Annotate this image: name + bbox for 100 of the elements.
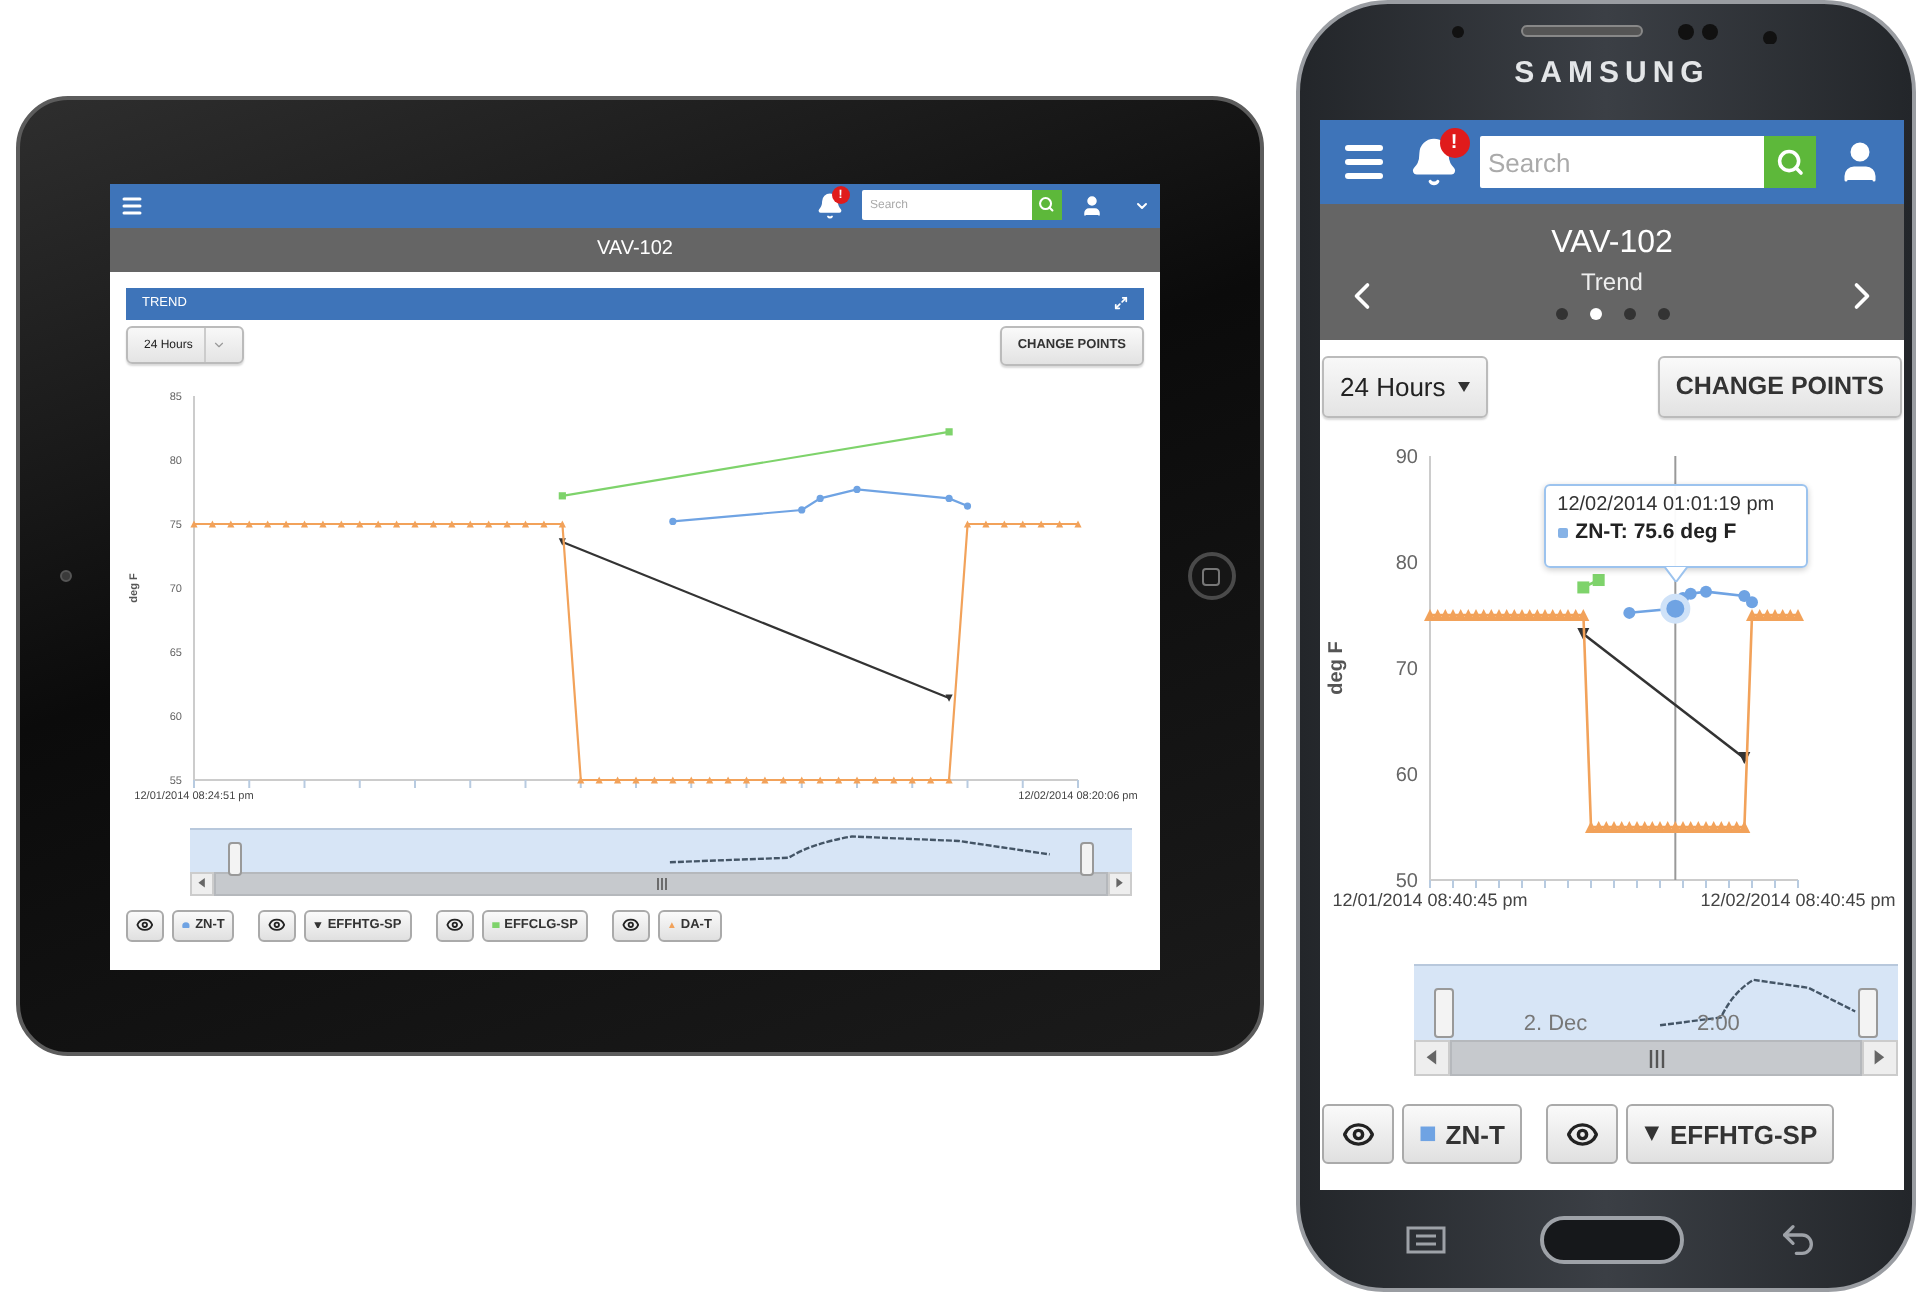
data-point <box>945 427 953 435</box>
data-point <box>411 519 419 527</box>
range-handle[interactable] <box>1433 988 1455 1039</box>
visibility-toggle-button[interactable] <box>1546 1104 1619 1164</box>
data-point <box>540 519 548 527</box>
data-point <box>669 775 677 783</box>
data-point <box>816 775 824 783</box>
data-point <box>1577 628 1590 641</box>
pager-dot[interactable] <box>1623 307 1635 319</box>
menu-icon[interactable] <box>120 193 144 217</box>
home-button[interactable] <box>1187 552 1235 600</box>
scroll-thumb[interactable] <box>214 871 1108 895</box>
data-point <box>227 519 235 527</box>
data-point <box>871 775 879 783</box>
eye-icon <box>1341 1117 1375 1151</box>
data-point <box>779 775 787 783</box>
data-point <box>650 775 658 783</box>
home-button[interactable] <box>1539 1215 1684 1263</box>
data-point <box>208 519 216 527</box>
range-navigator[interactable]: 2. Dec 2:00 <box>1414 964 1898 1040</box>
scroll-left-button[interactable] <box>190 871 214 895</box>
bell-icon[interactable] <box>816 191 844 219</box>
scroll-thumb[interactable] <box>1450 1040 1862 1076</box>
page-subtitle: Trend <box>1581 267 1643 295</box>
data-point <box>393 519 401 527</box>
user-icon[interactable] <box>1080 193 1104 217</box>
brand-logo: SAMSUNG <box>1514 56 1710 90</box>
series-legend-button[interactable]: ZN-T <box>1402 1104 1523 1164</box>
tooltip-title: 12/02/2014 01:01:19 pm <box>1557 494 1777 517</box>
data-point <box>963 519 972 527</box>
search-button[interactable] <box>1764 136 1816 188</box>
tooltip-text: ZN-T: 75.6 deg F <box>1575 520 1737 545</box>
data-point <box>319 519 327 527</box>
range-handle[interactable] <box>227 841 243 876</box>
data-point <box>908 775 916 783</box>
data-point <box>558 491 566 499</box>
notification-badge: ! <box>1439 128 1469 159</box>
menu-key-icon[interactable] <box>1406 1225 1447 1253</box>
series-marker-icon <box>667 921 676 929</box>
visibility-toggle-button[interactable] <box>126 909 165 941</box>
pager-dot[interactable] <box>1589 307 1601 319</box>
scroll-right-button[interactable] <box>1862 1040 1898 1076</box>
visibility-toggle-button[interactable] <box>435 909 474 941</box>
data-point <box>669 516 677 525</box>
series-marker-icon <box>491 921 500 929</box>
scroll-right-button[interactable] <box>1108 871 1132 895</box>
data-point <box>706 775 714 783</box>
range-select[interactable]: 24 Hours <box>1322 355 1488 417</box>
data-point <box>945 775 953 783</box>
eye-icon <box>1565 1117 1599 1151</box>
series-marker-icon <box>1643 1126 1660 1142</box>
range-handle[interactable] <box>1079 841 1095 876</box>
caret-icon <box>212 338 227 352</box>
data-point <box>816 493 824 501</box>
series-marker-icon <box>1419 1126 1436 1142</box>
data-point <box>927 775 935 783</box>
data-point <box>448 519 456 527</box>
search-button[interactable] <box>1032 190 1062 220</box>
axis-tick-label: 70 <box>1395 659 1418 681</box>
data-point <box>558 537 566 545</box>
data-point <box>190 519 198 527</box>
caret-icon[interactable] <box>1134 197 1150 213</box>
data-point <box>1056 519 1064 527</box>
data-point <box>595 775 603 783</box>
caret-icon <box>1457 381 1470 391</box>
visibility-toggle-button[interactable] <box>1322 1104 1394 1164</box>
expand-icon[interactable] <box>1114 296 1128 310</box>
range-navigator[interactable] <box>190 827 1132 871</box>
change-points-button[interactable]: CHANGE POINTS <box>1657 355 1902 417</box>
scroll-left-button[interactable] <box>1414 1040 1450 1076</box>
data-point <box>1700 585 1712 598</box>
data-point <box>835 775 843 783</box>
data-point <box>982 519 990 527</box>
search-icon <box>1038 196 1056 214</box>
axis-tick-label: 2:00 <box>1697 1012 1740 1036</box>
data-point <box>374 519 382 527</box>
pager-dot[interactable] <box>1555 307 1567 319</box>
axis-tick-label: 2. Dec <box>1523 1012 1588 1036</box>
left-arrow-icon <box>1426 1050 1438 1066</box>
axis-tick-label: 12/01/2014 08:40:45 pm <box>1332 890 1528 910</box>
visibility-toggle-button[interactable] <box>611 909 651 941</box>
data-point <box>245 519 253 527</box>
data-point <box>614 775 622 783</box>
search-field[interactable]: Search <box>1480 136 1764 188</box>
back-icon[interactable] <box>1777 1219 1818 1259</box>
series-legend-button[interactable]: EFFHTG-SP <box>1626 1104 1835 1164</box>
pager-dot[interactable] <box>1657 307 1669 319</box>
visibility-toggle-button[interactable] <box>258 909 297 941</box>
data-point <box>1019 519 1027 527</box>
data-point <box>945 493 953 501</box>
data-point <box>1000 519 1008 527</box>
bell-icon[interactable] <box>1408 136 1460 188</box>
data-point <box>558 519 566 527</box>
eye-icon <box>445 916 464 934</box>
left-arrow-icon <box>198 878 206 888</box>
data-point <box>798 505 806 513</box>
eye-icon <box>136 916 154 934</box>
data-point <box>1623 606 1636 619</box>
range-handle[interactable] <box>1857 988 1879 1039</box>
eye-icon <box>622 916 640 934</box>
